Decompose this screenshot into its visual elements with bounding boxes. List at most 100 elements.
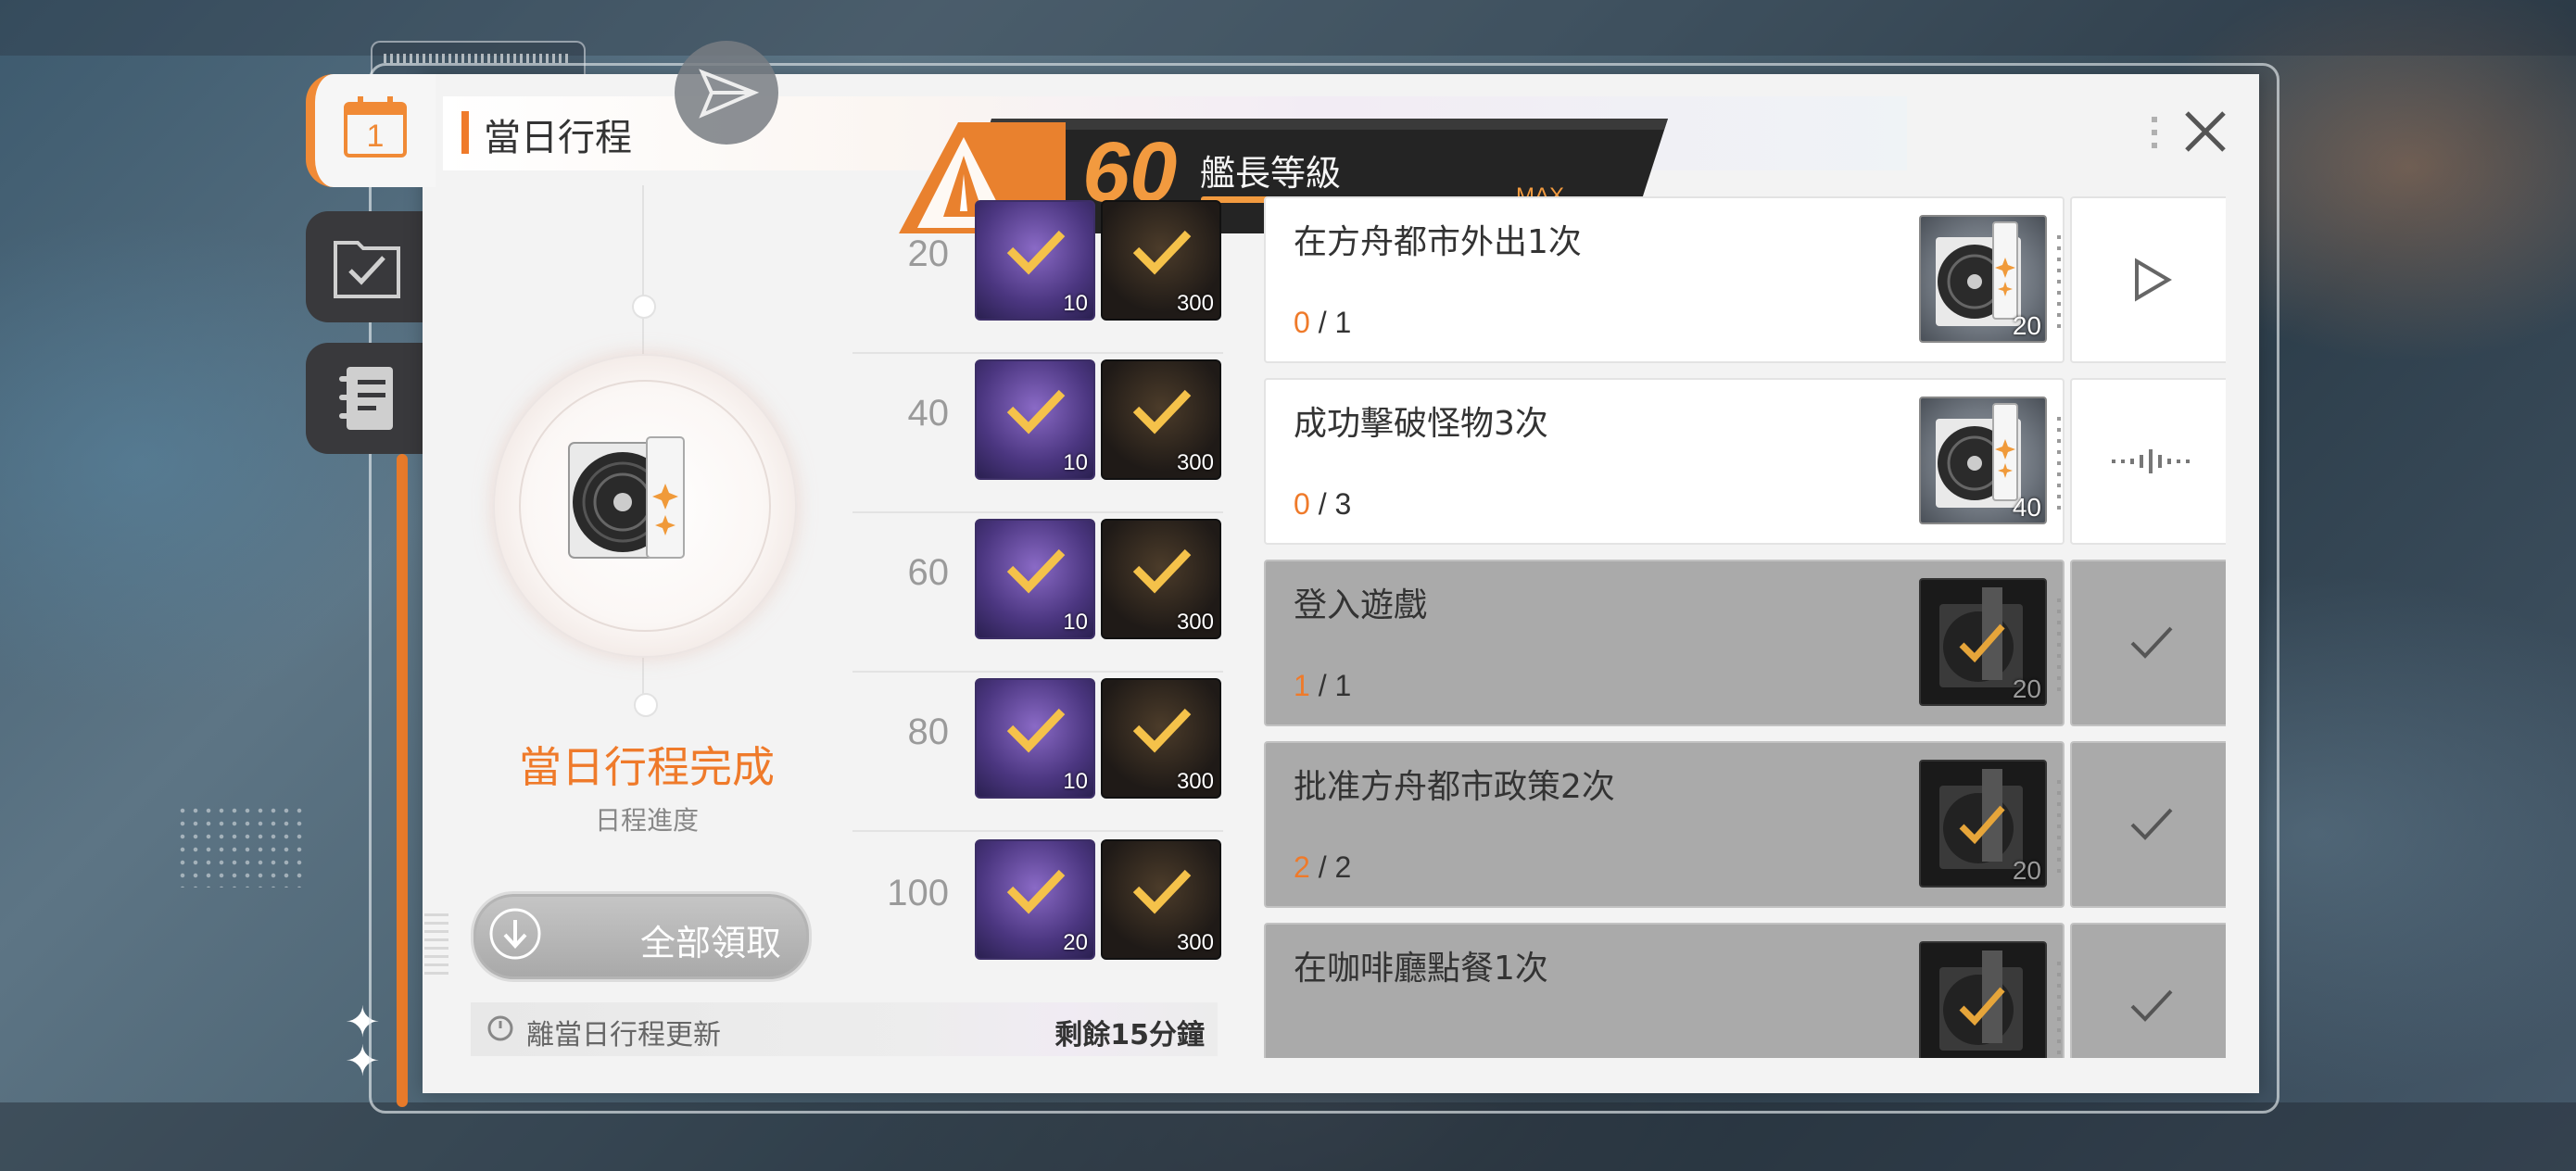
- reward-level: 40: [907, 393, 950, 434]
- refresh-label: 離當日行程更新: [526, 1019, 721, 1051]
- completion-title: 當日行程完成: [519, 742, 775, 792]
- calendar-day: 1: [366, 119, 385, 154]
- task-item[interactable]: 批准方舟都市政策2次 2 / 2 20: [1264, 741, 2226, 908]
- task-name: 成功擊破怪物3次: [1294, 405, 1548, 443]
- task-reward-qty: 20: [2012, 856, 2041, 885]
- dotted-divider: [2057, 417, 2061, 510]
- check-icon: [1006, 230, 1066, 275]
- nav-tab-daily-schedule[interactable]: 1: [306, 74, 436, 187]
- task-item[interactable]: 登入遊戲 1 / 1 20: [1264, 560, 2226, 726]
- task-progress-current: 2: [1294, 850, 1310, 884]
- task-progress-total: / 2: [1318, 850, 1352, 884]
- dotted-divider: [2057, 235, 2061, 328]
- task-progress-total: / 1: [1318, 669, 1352, 702]
- task-body: 登入遊戲 1 / 1 20: [1264, 560, 2065, 726]
- task-body: 成功擊破怪物3次 0 / 3 40: [1264, 378, 2065, 545]
- clock-icon: [487, 1015, 513, 1041]
- reward-row: 100 20 300: [852, 834, 1223, 993]
- reward-item-crystal[interactable]: 10: [975, 200, 1095, 321]
- task-name: 在方舟都市外出1次: [1294, 223, 1582, 261]
- task-reward-qty: 20: [2012, 311, 2041, 340]
- reward-item-qty: 10: [1063, 769, 1088, 794]
- refresh-timer-bar: 離當日行程更新 剩餘15分鐘: [471, 1002, 1218, 1056]
- close-button[interactable]: [2174, 100, 2237, 163]
- check-icon: [2130, 808, 2173, 840]
- reward-item-crystal[interactable]: 10: [975, 519, 1095, 639]
- reward-item-crystal[interactable]: 10: [975, 359, 1095, 480]
- task-list[interactable]: 在方舟都市外出1次 0 / 1 20 成功擊破怪物3次 0 / 3 40 登入遊戲 1 / 1…: [1253, 196, 2226, 1058]
- reward-item-crystal[interactable]: 10: [975, 678, 1095, 799]
- divider: [852, 830, 1223, 832]
- task-action-glyph: [2072, 380, 2226, 543]
- task-action-button[interactable]: [2070, 196, 2226, 363]
- task-item[interactable]: 在方舟都市外出1次 0 / 1 20: [1264, 196, 2226, 363]
- task-action-glyph: [2072, 925, 2226, 1058]
- reward-item-qty: 300: [1176, 291, 1214, 316]
- task-progress-current: 0: [1294, 487, 1310, 521]
- task-reward-icon[interactable]: 40: [1919, 397, 2047, 524]
- check-icon: [1006, 389, 1066, 434]
- record-disc-icon: [568, 436, 685, 559]
- decorative-node: [632, 295, 656, 319]
- task-reward-qty: 40: [2012, 493, 2041, 522]
- task-progress-total: / 3: [1318, 487, 1352, 521]
- task-progress: 2 / 2: [1294, 850, 1351, 885]
- reward-item-book[interactable]: 300: [1101, 200, 1221, 321]
- reward-item-qty: 10: [1063, 450, 1088, 475]
- task-action-button[interactable]: [2070, 378, 2226, 545]
- decorative-dot-grid: [176, 804, 306, 888]
- dotted-divider: [2057, 598, 2061, 691]
- check-icon: [1132, 548, 1192, 594]
- task-reward-icon[interactable]: [1919, 941, 2047, 1058]
- task-progress-total: / 1: [1318, 306, 1352, 339]
- task-action-button[interactable]: [2070, 560, 2226, 726]
- task-reward-icon[interactable]: 20: [1919, 578, 2047, 706]
- folder-check-icon: [334, 241, 400, 298]
- record-disc-icon: [1939, 951, 2023, 1051]
- check-icon: [1006, 708, 1066, 753]
- task-body: 批准方舟都市政策2次 2 / 2 20: [1264, 741, 2065, 908]
- nav-tab-mission-check[interactable]: [306, 211, 423, 322]
- task-reward-icon[interactable]: 20: [1919, 215, 2047, 343]
- check-icon: [1132, 230, 1192, 275]
- dotted-divider: [2057, 780, 2061, 873]
- task-action-button[interactable]: [2070, 923, 2226, 1058]
- task-item[interactable]: 在咖啡廳點餐1次: [1264, 923, 2226, 1058]
- task-action-glyph: [2072, 743, 2226, 906]
- reward-item-book[interactable]: 300: [1101, 359, 1221, 480]
- reward-item-qty: 300: [1176, 610, 1214, 635]
- claim-all-label: 全部領取: [640, 923, 782, 963]
- task-action-button[interactable]: [2070, 741, 2226, 908]
- task-reward-icon[interactable]: 20: [1919, 760, 2047, 888]
- reward-item-crystal[interactable]: 20: [975, 839, 1095, 960]
- page-title: 當日行程: [484, 117, 632, 159]
- task-action-glyph: [2072, 198, 2226, 361]
- reward-item-qty: 300: [1176, 769, 1214, 794]
- reward-item-qty: 10: [1063, 291, 1088, 316]
- task-action-glyph: [2072, 561, 2226, 724]
- task-reward-qty: 20: [2012, 674, 2041, 703]
- task-body: 在咖啡廳點餐1次: [1264, 923, 2065, 1058]
- check-icon: [1006, 548, 1066, 594]
- task-progress-current: 1: [1294, 669, 1310, 702]
- task-progress: 1 / 1: [1294, 669, 1351, 703]
- check-icon: [1132, 389, 1192, 434]
- dotted-divider: [2057, 962, 2061, 1054]
- notebook-icon: [339, 367, 393, 430]
- reward-row: 60 10 300: [852, 513, 1223, 673]
- nav-tab-log[interactable]: [306, 343, 423, 454]
- reward-item-book[interactable]: 300: [1101, 519, 1221, 639]
- frame-accent-line: [397, 454, 408, 1107]
- reward-item-book[interactable]: 300: [1101, 678, 1221, 799]
- download-icon: [489, 908, 541, 960]
- check-icon: [1132, 869, 1192, 914]
- reward-row: 80 10 300: [852, 673, 1223, 832]
- share-button[interactable]: [675, 41, 778, 145]
- task-progress-current: 0: [1294, 306, 1310, 339]
- claim-all-button[interactable]: 全部領取: [471, 891, 812, 982]
- task-progress: 0 / 3: [1294, 487, 1351, 522]
- task-name: 在咖啡廳點餐1次: [1294, 950, 1548, 988]
- task-item[interactable]: 成功擊破怪物3次 0 / 3 40: [1264, 378, 2226, 545]
- task-name: 批准方舟都市政策2次: [1294, 768, 1615, 806]
- reward-item-book[interactable]: 300: [1101, 839, 1221, 960]
